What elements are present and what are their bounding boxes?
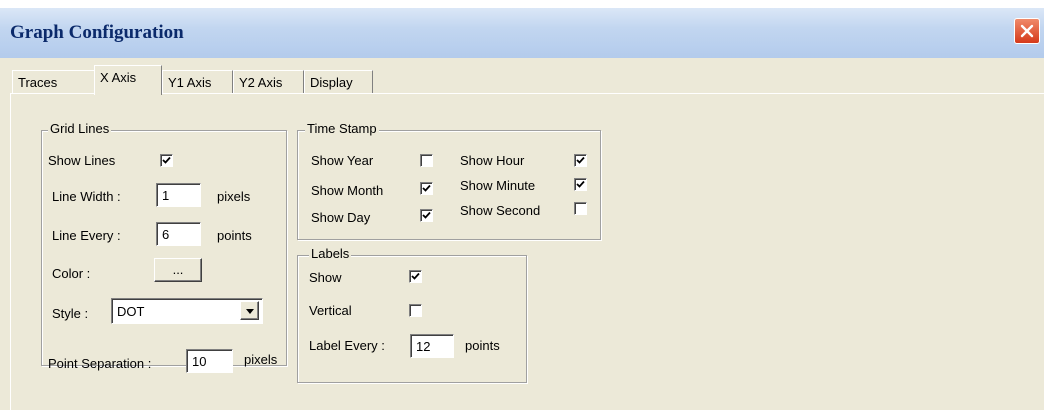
show-second-checkbox[interactable] xyxy=(574,202,587,215)
tab-y2-axis[interactable]: Y2 Axis xyxy=(233,70,304,94)
label-every-unit: points xyxy=(465,338,500,353)
show-month-checkbox[interactable] xyxy=(420,182,433,195)
line-every-input[interactable]: 6 xyxy=(156,222,201,246)
color-label: Color : xyxy=(52,266,91,281)
show-day-label: Show Day xyxy=(311,210,371,225)
tab-y1-axis[interactable]: Y1 Axis xyxy=(162,70,233,94)
labels-show-checkbox[interactable] xyxy=(409,270,422,283)
close-button[interactable] xyxy=(1014,18,1040,44)
style-selected-value: DOT xyxy=(117,304,145,319)
checkmark-icon xyxy=(162,156,171,164)
time-stamp-legend: Time Stamp xyxy=(305,121,379,136)
checkmark-icon xyxy=(576,180,585,188)
labels-show-label: Show xyxy=(309,270,342,285)
close-icon xyxy=(1020,24,1034,38)
show-hour-checkbox[interactable] xyxy=(574,154,587,167)
tab-traces[interactable]: Traces xyxy=(12,70,96,94)
graph-configuration-dialog: Graph Configuration Traces X Axis Y1 Axi… xyxy=(0,8,1044,410)
tab-display[interactable]: Display xyxy=(304,70,373,94)
show-minute-label: Show Minute xyxy=(460,178,536,193)
checkmark-icon xyxy=(422,184,431,192)
show-day-checkbox[interactable] xyxy=(420,209,433,222)
line-width-input[interactable]: 1 xyxy=(156,183,201,207)
show-month-label: Show Month xyxy=(311,183,384,198)
labels-vertical-checkbox[interactable] xyxy=(409,304,422,317)
dialog-content: Traces X Axis Y1 Axis Y2 Axis Display Gr… xyxy=(8,58,1044,410)
show-hour-label: Show Hour xyxy=(460,153,525,168)
tab-label: Y1 Axis xyxy=(168,75,212,90)
tab-label: Traces xyxy=(18,75,58,90)
checkmark-icon xyxy=(576,156,585,164)
line-width-label: Line Width : xyxy=(52,189,121,204)
point-separation-unit: pixels xyxy=(244,352,278,367)
line-every-unit: points xyxy=(217,228,252,243)
labels-legend: Labels xyxy=(309,246,352,261)
labels-vertical-label: Vertical xyxy=(309,303,352,318)
tab-label: Y2 Axis xyxy=(239,75,283,90)
show-year-label: Show Year xyxy=(311,153,374,168)
line-every-label: Line Every : xyxy=(52,228,121,243)
title-bar[interactable]: Graph Configuration xyxy=(0,8,1044,58)
show-lines-label: Show Lines xyxy=(48,153,116,168)
show-lines-checkbox[interactable] xyxy=(160,154,173,167)
label-every-label: Label Every : xyxy=(309,338,385,353)
style-dropdown[interactable]: DOT xyxy=(111,298,263,324)
color-picker-button[interactable]: ... xyxy=(154,258,202,282)
show-second-label: Show Second xyxy=(460,203,541,218)
style-label: Style : xyxy=(52,306,89,321)
point-separation-input[interactable]: 10 xyxy=(186,349,233,373)
label-every-input[interactable]: 12 xyxy=(410,334,454,358)
tab-label: X Axis xyxy=(100,70,137,85)
checkmark-icon xyxy=(422,211,431,219)
tab-label: Display xyxy=(310,75,353,90)
show-minute-checkbox[interactable] xyxy=(574,178,587,191)
point-separation-label: Point Separation : xyxy=(48,356,152,371)
window-title: Graph Configuration xyxy=(10,22,184,43)
line-width-unit: pixels xyxy=(217,189,251,204)
grid-lines-legend: Grid Lines xyxy=(48,121,112,136)
style-dropdown-button[interactable] xyxy=(240,301,259,320)
tab-strip: Traces X Axis Y1 Axis Y2 Axis Display xyxy=(8,58,1044,95)
show-year-checkbox[interactable] xyxy=(420,154,433,167)
tab-x-axis[interactable]: X Axis xyxy=(94,65,162,95)
dropdown-arrow-icon xyxy=(246,309,254,314)
checkmark-icon xyxy=(411,272,420,280)
